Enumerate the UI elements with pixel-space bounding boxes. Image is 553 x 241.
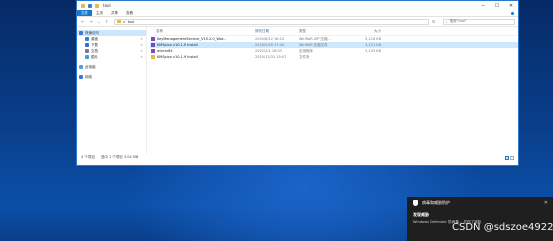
maximize-button[interactable]: ☐ <box>490 1 504 10</box>
file-size: 5,216 KB <box>365 37 381 41</box>
document-icon <box>85 49 89 53</box>
pin-icon: ✎ <box>140 43 143 47</box>
ribbon-tabs: 文件 主页 共享 查看 <box>77 10 518 17</box>
picture-icon <box>85 55 89 59</box>
search-icon: ⌕ <box>445 19 448 24</box>
file-type: WinRAR 压缩文件 <box>299 42 328 47</box>
file-name: winrar64 <box>157 49 173 53</box>
status-bar: 4 个项目 选中 1 个项目 3.04 MB <box>77 154 518 161</box>
file-type: WinRAR ZIP 压缩... <box>299 36 331 41</box>
file-date: 2020/6/12 18:10 <box>255 37 285 41</box>
nav-label: 此电脑 <box>85 64 96 69</box>
address-bar[interactable]: > tool <box>113 18 429 25</box>
navigation-pane: 快速访问 桌面 ✎ 下载 ✎ 文档 ✎ 图片 ✎ 此电脑 网络 <box>77 27 147 154</box>
breadcrumb-separator: > <box>122 19 126 24</box>
watermark: CSDN @sdszoe4922 <box>452 222 553 233</box>
properties-icon[interactable] <box>88 3 92 8</box>
nav-label: 快速访问 <box>85 30 99 35</box>
application-icon <box>151 49 155 53</box>
tab-share[interactable]: 共享 <box>107 10 122 16</box>
column-header-type[interactable]: 类型 <box>299 29 349 34</box>
file-type: 文件夹 <box>299 54 310 59</box>
quick-access-toolbar <box>77 3 99 8</box>
help-icon[interactable] <box>511 11 514 15</box>
column-header-size[interactable]: 大小 <box>349 29 381 34</box>
address-row: ← → ⌄ ↑ > tool ↻ ⌕ 搜索"tool" <box>77 17 518 27</box>
tab-file[interactable]: 文件 <box>77 10 92 16</box>
column-header-name[interactable]: 名称 <box>150 29 255 34</box>
new-folder-icon[interactable] <box>95 3 99 8</box>
file-size: 2,133 KB <box>365 49 381 53</box>
file-date: 2015/12/31 15:07 <box>255 55 287 59</box>
desktop-icon <box>85 37 89 41</box>
nav-network[interactable]: 网络 <box>77 74 146 80</box>
notification-header: 病毒和威胁防护 ✕ <box>407 197 553 209</box>
file-name: KeyManagementService_V10.2.0_Wat... <box>157 37 227 41</box>
notification-source: 病毒和威胁防护 <box>422 200 450 205</box>
forward-arrow-icon[interactable]: → <box>88 19 94 25</box>
large-icons-view-icon[interactable] <box>510 155 514 160</box>
back-arrow-icon[interactable]: ← <box>80 19 86 25</box>
file-date: 2016/5/26 17:44 <box>255 43 285 47</box>
file-size: 3,121 KB <box>365 43 381 47</box>
file-date: 2022/2/1 19:03 <box>255 49 282 53</box>
network-icon <box>79 75 83 79</box>
defender-notification[interactable]: 病毒和威胁防护 ✕ 发现威胁 Windows Defender 防病毒... 发… <box>407 197 553 241</box>
file-type: 应用程序 <box>299 48 313 53</box>
content-area: 快速访问 桌面 ✎ 下载 ✎ 文档 ✎ 图片 ✎ 此电脑 网络 名称 修改日期 … <box>77 27 518 154</box>
file-name: KMSpico v10.1.9 Install <box>157 55 198 59</box>
nav-label: 图片 <box>91 54 98 59</box>
pin-icon: ✎ <box>140 49 143 53</box>
folder-icon[interactable] <box>81 3 85 8</box>
pin-icon: ✎ <box>140 37 143 41</box>
archive-icon <box>151 37 155 41</box>
nav-item-pictures[interactable]: 图片 ✎ <box>77 54 146 60</box>
nav-this-pc[interactable]: 此电脑 <box>77 64 146 70</box>
up-arrow-icon[interactable]: ↑ <box>104 19 110 25</box>
close-button[interactable]: ✕ <box>504 1 518 10</box>
folder-icon <box>116 20 121 23</box>
search-input[interactable]: ⌕ 搜索"tool" <box>442 18 515 25</box>
pin-icon: ✎ <box>140 55 143 59</box>
title-bar: tool ─ ☐ ✕ <box>77 1 518 10</box>
file-row[interactable]: KMSpico v10.1.9 Install 2015/12/31 15:07… <box>150 54 518 60</box>
selection-info: 选中 1 个项目 3.04 MB <box>100 155 139 159</box>
tab-view[interactable]: 查看 <box>122 10 137 16</box>
computer-icon <box>79 65 83 69</box>
view-buttons <box>505 155 514 160</box>
nav-label: 文档 <box>91 48 98 53</box>
refresh-icon[interactable]: ↻ <box>431 19 437 25</box>
nav-label: 桌面 <box>91 36 98 41</box>
recent-chevron-icon[interactable]: ⌄ <box>96 19 102 25</box>
window-controls: ─ ☐ ✕ <box>476 1 518 10</box>
file-name: KMSpico v10.1.9 Install <box>157 43 198 47</box>
tab-home[interactable]: 主页 <box>92 10 107 16</box>
file-explorer-window[interactable]: tool ─ ☐ ✕ 文件 主页 共享 查看 ← → ⌄ ↑ > tool ↻ … <box>76 0 519 166</box>
download-icon <box>85 43 89 47</box>
window-title: tool <box>103 3 111 8</box>
notification-title: 发现威胁 <box>413 212 429 217</box>
archive-icon <box>151 43 155 47</box>
folder-icon <box>151 55 155 59</box>
item-count: 4 个项目 <box>81 155 95 159</box>
search-placeholder: 搜索"tool" <box>449 19 467 23</box>
nav-label: 下载 <box>91 42 98 47</box>
nav-label: 网络 <box>85 74 92 79</box>
file-list: 名称 修改日期 类型 大小 KeyManagementService_V10.2… <box>147 27 518 154</box>
close-icon[interactable]: ✕ <box>544 200 548 206</box>
shield-icon <box>413 200 418 206</box>
minimize-button[interactable]: ─ <box>476 1 490 10</box>
column-header-row: 名称 修改日期 类型 大小 <box>150 27 518 36</box>
star-icon <box>79 31 83 35</box>
column-header-date[interactable]: 修改日期 <box>255 29 299 34</box>
breadcrumb-tool[interactable]: tool <box>128 20 135 24</box>
details-view-icon[interactable] <box>505 155 509 160</box>
